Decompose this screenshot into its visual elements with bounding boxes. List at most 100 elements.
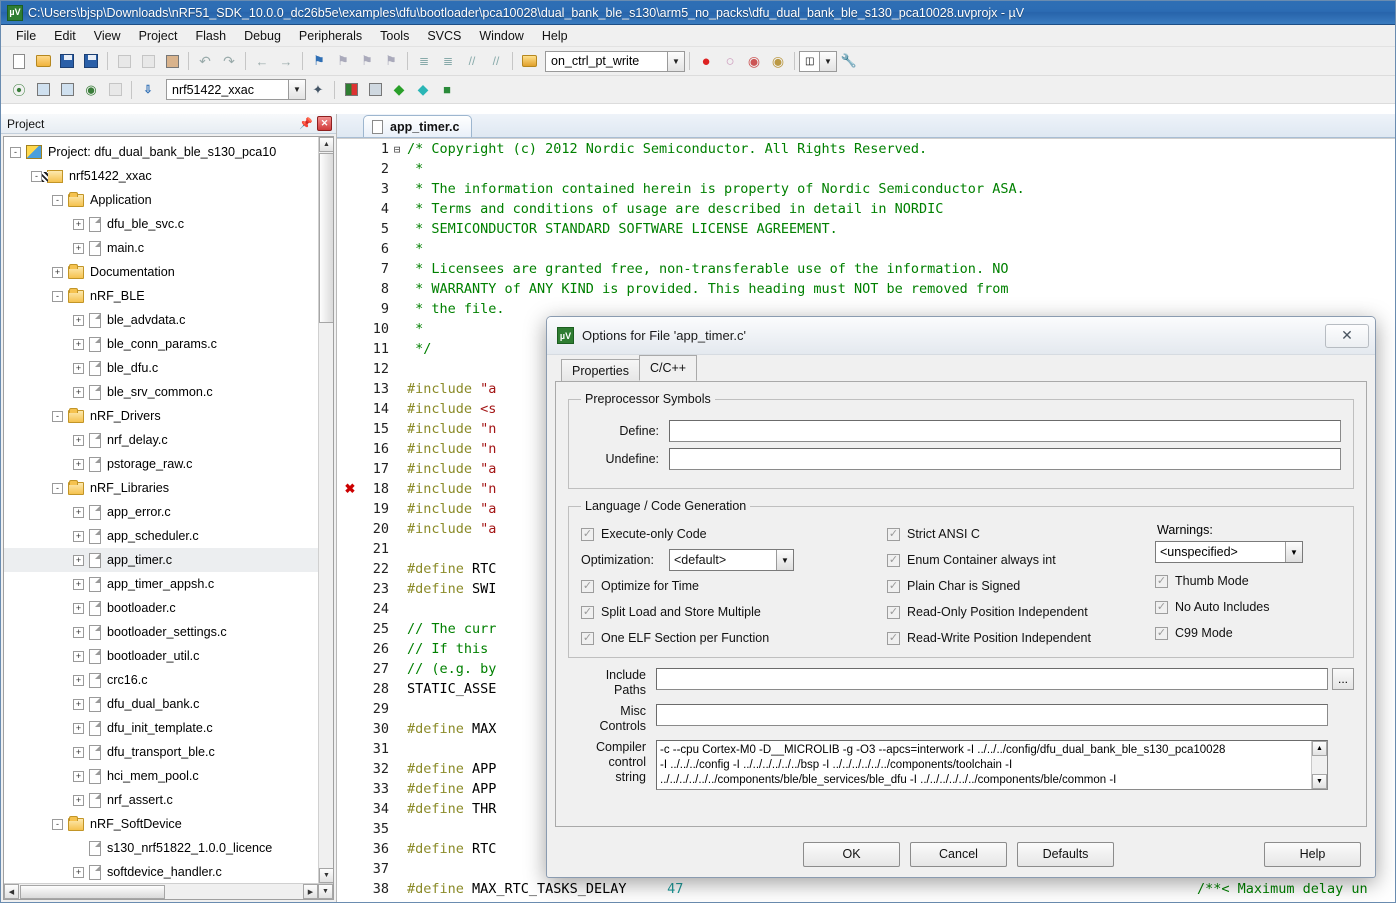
open-file-icon[interactable] (32, 50, 54, 72)
breakpoint-disable-icon[interactable]: ○ (719, 50, 741, 72)
rebuild-icon[interactable] (56, 79, 78, 101)
tree-item[interactable]: + Documentation (4, 260, 318, 284)
paste-icon[interactable] (161, 50, 183, 72)
tree-item[interactable]: - Project: dfu_dual_bank_ble_s130_pca10 (4, 140, 318, 164)
collapse-icon[interactable]: - (52, 290, 63, 302)
comment-icon[interactable]: // (461, 50, 483, 72)
scroll-up-icon[interactable]: ▲ (1312, 741, 1327, 756)
redo-icon[interactable]: ↷ (218, 50, 240, 72)
include-paths-browse-button[interactable]: ... (1332, 668, 1354, 690)
tree-vertical-scrollbar[interactable]: ▲ ▼ (318, 137, 333, 883)
checkbox-read-only-position-independent[interactable]: ✓ Read-Only Position Independent (887, 599, 1155, 625)
chevron-down-icon[interactable]: ▼ (288, 80, 305, 99)
undo-icon[interactable]: ↶ (194, 50, 216, 72)
indent-icon[interactable]: ≣ (413, 50, 435, 72)
chevron-down-icon[interactable]: ▼ (667, 51, 684, 71)
menu-help[interactable]: Help (533, 27, 577, 45)
expand-icon[interactable]: + (73, 650, 84, 662)
collapse-icon[interactable]: - (31, 170, 42, 182)
uncomment-icon[interactable]: // (485, 50, 507, 72)
tree-item[interactable]: + bootloader_util.c (4, 644, 318, 668)
checkbox-no-auto-includes[interactable]: ✓ No Auto Includes (1155, 594, 1341, 620)
project-tree[interactable]: - Project: dfu_dual_bank_ble_s130_pca10 - n… (4, 137, 318, 883)
tree-item[interactable]: + pstorage_raw.c (4, 452, 318, 476)
save-icon[interactable] (56, 50, 78, 72)
tab-c-cpp[interactable]: C/C++ (638, 355, 698, 381)
expand-icon[interactable]: + (73, 794, 84, 806)
green-diamond-icon[interactable]: ◆ (388, 79, 410, 101)
expand-icon[interactable]: + (73, 578, 84, 590)
tree-item[interactable]: + crc16.c (4, 668, 318, 692)
download-icon[interactable]: ⇩ (137, 79, 159, 101)
new-file-icon[interactable] (8, 50, 30, 72)
tree-hscroll-thumb[interactable] (20, 885, 165, 899)
navigate-back-icon[interactable]: ← (251, 50, 273, 72)
expand-icon[interactable]: + (73, 458, 84, 470)
checkbox-plain-char-is-signed[interactable]: ✓ Plain Char is Signed (887, 573, 1155, 599)
save-all-icon[interactable] (80, 50, 102, 72)
expand-icon[interactable]: + (73, 434, 84, 446)
menu-view[interactable]: View (85, 27, 130, 45)
define-input[interactable] (669, 420, 1341, 442)
cut-icon[interactable] (113, 50, 135, 72)
tree-item[interactable]: + dfu_transport_ble.c (4, 740, 318, 764)
checkbox-read-write-position-independent[interactable]: ✓ Read-Write Position Independent (887, 625, 1155, 651)
function-navigation-combo[interactable]: on_ctrl_pt_write ▼ (545, 50, 685, 72)
tree-item[interactable]: + app_timer.c (4, 548, 318, 572)
tree-horizontal-scrollbar[interactable]: ◀ ▶ ▼ (4, 883, 333, 899)
include-paths-input[interactable] (656, 668, 1328, 690)
tree-item[interactable]: + app_timer_appsh.c (4, 572, 318, 596)
collapse-icon[interactable]: - (52, 482, 63, 494)
menu-edit[interactable]: Edit (45, 27, 85, 45)
tab-properties[interactable]: Properties (561, 359, 640, 381)
breakpoint-icon[interactable]: ● (695, 50, 717, 72)
tree-item[interactable]: + app_error.c (4, 500, 318, 524)
compiler-string-scrollbar[interactable]: ▲ ▼ (1311, 741, 1327, 789)
tree-item[interactable]: + hci_mem_pool.c (4, 764, 318, 788)
expand-icon[interactable]: + (73, 674, 84, 686)
tree-item[interactable]: + softdevice_handler.c (4, 860, 318, 883)
outdent-icon[interactable]: ≣ (437, 50, 459, 72)
build-target-icon[interactable] (32, 79, 54, 101)
ok-button[interactable]: OK (803, 841, 900, 867)
tree-item[interactable]: + main.c (4, 236, 318, 260)
scroll-down-icon[interactable]: ▼ (1312, 774, 1327, 789)
tree-item[interactable]: s130_nrf51822_1.0.0_licence (4, 836, 318, 860)
menu-debug[interactable]: Debug (235, 27, 290, 45)
copy-icon[interactable] (137, 50, 159, 72)
cyan-diamond-icon[interactable]: ◆ (412, 79, 434, 101)
tree-item[interactable]: + bootloader.c (4, 596, 318, 620)
pin-icon[interactable]: 📌 (299, 117, 313, 131)
tree-item[interactable]: - nRF_Drivers (4, 404, 318, 428)
expand-icon[interactable]: + (73, 338, 84, 350)
expand-icon[interactable]: + (73, 242, 84, 254)
compiler-control-string-box[interactable]: -c --cpu Cortex-M0 -D__MICROLIB -g -O3 -… (656, 740, 1328, 790)
batch-build-icon[interactable]: ◉ (80, 79, 102, 101)
collapse-icon[interactable]: - (10, 146, 21, 158)
menu-flash[interactable]: Flash (186, 27, 235, 45)
target-options-icon[interactable] (340, 79, 362, 101)
chevron-down-icon[interactable]: ▼ (776, 550, 793, 570)
collapse-icon[interactable]: - (52, 818, 63, 830)
tree-item[interactable]: - nRF_SoftDevice (4, 812, 318, 836)
tree-item[interactable]: - nRF_BLE (4, 284, 318, 308)
expand-icon[interactable]: + (73, 314, 84, 326)
tree-item[interactable]: + ble_srv_common.c (4, 380, 318, 404)
scroll-up-icon[interactable]: ▲ (319, 137, 333, 152)
bookmark-next-icon[interactable]: ⚑ (356, 50, 378, 72)
expand-icon[interactable]: + (73, 530, 84, 542)
expand-icon[interactable]: + (73, 770, 84, 782)
collapse-icon[interactable]: - (52, 194, 63, 206)
breakpoint-disable-all-icon[interactable]: ◉ (767, 50, 789, 72)
checkbox-optimize-for-time[interactable]: ✓ Optimize for Time (581, 573, 887, 599)
bookmark-prev-icon[interactable]: ⚑ (332, 50, 354, 72)
expand-icon[interactable]: + (73, 362, 84, 374)
tree-item[interactable]: + ble_dfu.c (4, 356, 318, 380)
scroll-left-icon[interactable]: ◀ (4, 884, 19, 899)
manage-components-icon[interactable] (364, 79, 386, 101)
translate-icon[interactable]: ⦿ (8, 79, 30, 101)
checkbox-strict-ansi-c[interactable]: ✓ Strict ANSI C (887, 521, 1155, 547)
cancel-button[interactable]: Cancel (910, 841, 1007, 867)
configure-icon[interactable]: 🔧 (838, 50, 860, 72)
expand-icon[interactable]: + (73, 626, 84, 638)
